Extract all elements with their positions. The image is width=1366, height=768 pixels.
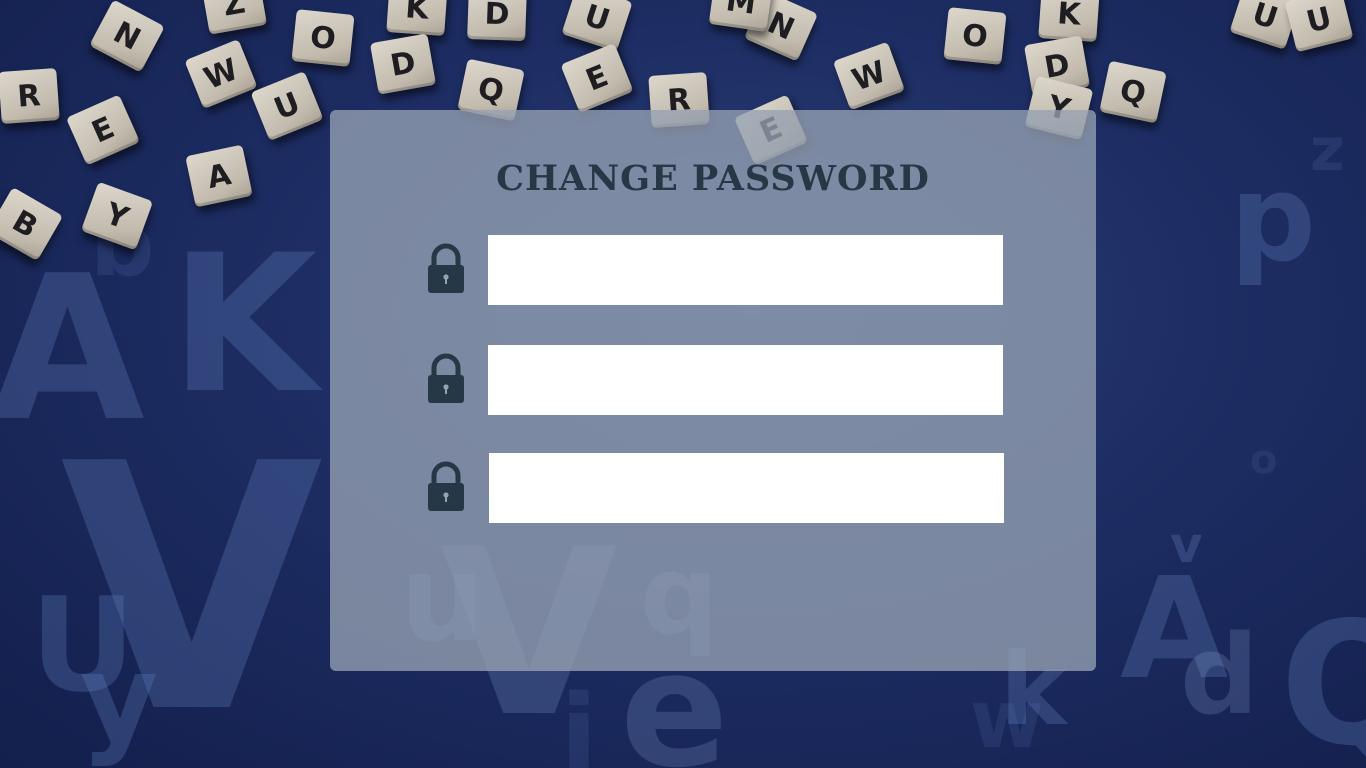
bg-letter: z [1310, 115, 1345, 185]
password-field-row [426, 345, 1006, 415]
current-password-input[interactable] [488, 235, 1003, 305]
bg-letter: Q [1280, 586, 1366, 768]
letter-tile: W [832, 41, 906, 111]
letter-tile: A [185, 144, 253, 208]
letter-tile: R [0, 68, 60, 124]
letter-tile: W [184, 39, 258, 109]
bg-letter: o [1250, 437, 1278, 483]
letter-tile: Q [1099, 60, 1167, 124]
bg-letter: w [970, 673, 1044, 766]
bg-letter: v [1170, 516, 1203, 574]
bg-letter: i [560, 671, 598, 768]
bg-letter: K [170, 214, 318, 435]
bg-letter: d [1180, 611, 1259, 739]
letter-tile: K [1038, 0, 1100, 42]
password-field-row [426, 235, 1006, 305]
new-password-input[interactable] [488, 345, 1003, 415]
letter-tile: O [291, 9, 355, 67]
letter-tile: E [560, 43, 634, 113]
confirm-password-input[interactable] [489, 453, 1004, 523]
change-password-panel: CHANGE PASSWORD [330, 110, 1096, 671]
letter-tile: U [1284, 0, 1354, 53]
lock-icon [428, 243, 464, 293]
letter-tile: U [561, 0, 633, 52]
lock-icon [428, 353, 464, 403]
letter-tile: N [89, 0, 165, 73]
bg-letter: y [80, 630, 159, 768]
letter-tile: M [708, 0, 774, 32]
page-title: CHANGE PASSWORD [496, 158, 930, 199]
lock-icon [428, 461, 464, 511]
letter-tile: D [369, 33, 437, 95]
letter-tile: D [467, 0, 527, 41]
letter-tile: E [65, 94, 141, 166]
letter-tile: O [943, 7, 1007, 65]
password-field-row [426, 453, 1006, 523]
bg-letter: p [1230, 150, 1316, 289]
letter-tile: Z [200, 0, 268, 35]
letter-tile: U [250, 71, 324, 141]
letter-tile: K [386, 0, 448, 36]
